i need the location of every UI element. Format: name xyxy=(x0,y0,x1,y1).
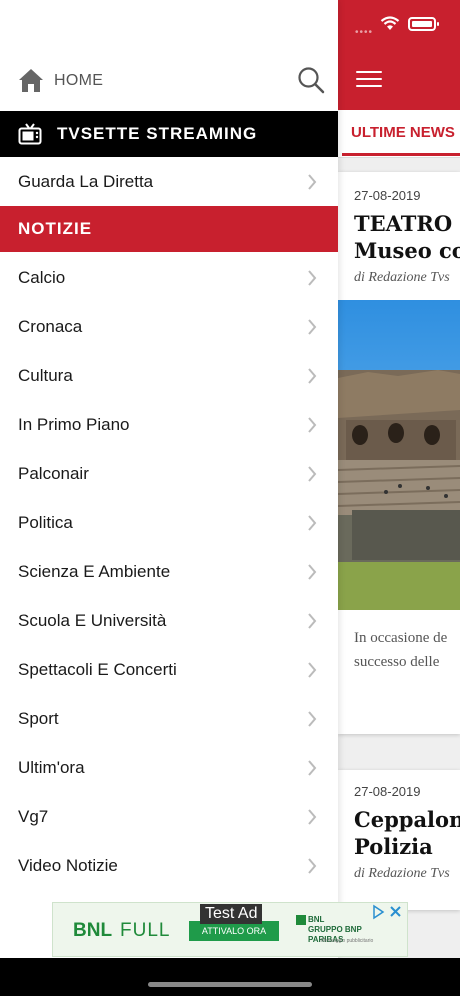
chevron-right-icon xyxy=(308,564,317,580)
menu-item-ultim-ora[interactable]: Ultim'ora xyxy=(0,744,338,793)
ad-banner[interactable]: BNL FULL ATTIVALO ORA BNL GRUPPO BNP PAR… xyxy=(52,902,408,957)
section-header-streaming: TVSETTE STREAMING xyxy=(0,111,338,157)
article-author: di Redazione Tvs xyxy=(354,270,450,285)
menu-item-label: Sport xyxy=(18,709,59,728)
menu-item-cultura[interactable]: Cultura xyxy=(0,352,338,401)
menu-item-label: Scuola E Università xyxy=(18,611,167,630)
menu-item-label: Scienza E Ambiente xyxy=(18,562,171,581)
bottom-bar xyxy=(0,958,460,996)
chevron-right-icon xyxy=(308,662,317,678)
menu-item-in-primo-piano[interactable]: In Primo Piano xyxy=(0,401,338,450)
ad-product: FULL xyxy=(120,920,171,941)
menu-item-scuola-e-universita[interactable]: Scuola E Università xyxy=(0,597,338,646)
wifi-icon xyxy=(380,16,400,30)
ad-note: Messaggio pubblicitario xyxy=(321,938,374,944)
menu-item-label: Palconair xyxy=(18,464,89,483)
article-card[interactable]: 27-08-2019 Ceppalon Polizia di Redazione… xyxy=(338,770,460,910)
adchoices-icon xyxy=(373,904,401,920)
chevron-right-icon xyxy=(308,417,317,433)
menu-item-video-notizie[interactable]: Video Notizie xyxy=(0,842,338,891)
chevron-right-icon xyxy=(308,368,317,384)
menu-item-palconair[interactable]: Palconair xyxy=(0,450,338,499)
article-title[interactable]: Ceppalon Polizia xyxy=(354,806,460,860)
chevron-right-icon xyxy=(308,613,317,629)
article-image[interactable] xyxy=(338,300,460,610)
menu-item-guarda-la-diretta[interactable]: Guarda La Diretta xyxy=(0,158,338,207)
menu-item-sport[interactable]: Sport xyxy=(0,695,338,744)
battery-icon xyxy=(408,16,439,31)
home-indicator[interactable] xyxy=(148,982,312,987)
section-title: NOTIZIE xyxy=(18,219,93,238)
article-card[interactable]: 27-08-2019 TEATRO l Museo co di Redazion… xyxy=(338,172,460,734)
article-author: di Redazione Tvs xyxy=(354,866,450,881)
menu-item-label: Guarda La Diretta xyxy=(18,172,154,191)
menu-item-label: Ultim'ora xyxy=(18,758,85,777)
menu-item-spettacoli-e-concerti[interactable]: Spettacoli E Concerti xyxy=(0,646,338,695)
article-date: 27-08-2019 xyxy=(354,188,421,203)
tab-ultime-news[interactable]: ULTIME NEWS xyxy=(338,110,455,156)
menu-item-label: Cronaca xyxy=(18,317,83,336)
menu-item-label: Politica xyxy=(18,513,73,532)
home-icon xyxy=(19,69,43,92)
menu-item-label: In Primo Piano xyxy=(18,415,130,434)
ad-brand: BNL xyxy=(73,920,113,941)
app-header: •••• xyxy=(338,0,460,110)
chevron-right-icon xyxy=(308,319,317,335)
chevron-right-icon xyxy=(308,174,317,190)
menu-item-vg7[interactable]: Vg7 xyxy=(0,793,338,842)
article-excerpt: In occasione de successo delle xyxy=(354,630,448,670)
menu-item-label: Calcio xyxy=(18,268,66,287)
chevron-right-icon xyxy=(308,711,317,727)
chevron-right-icon xyxy=(308,466,317,482)
ad-test-label: Test Ad xyxy=(200,904,263,924)
bnl-logo-icon xyxy=(296,915,306,925)
ad-cta-button[interactable]: ATTIVALO ORA xyxy=(189,921,279,941)
side-drawer: HOME TVSETTE STREAMING Guarda La Diretta… xyxy=(0,0,338,958)
news-app: •••• ULTIME NEWS 27-08-2019 TEATRO l Mus… xyxy=(338,0,460,958)
menu-item-scienza-e-ambiente[interactable]: Scienza E Ambiente xyxy=(0,548,338,597)
article-date: 27-08-2019 xyxy=(354,784,421,799)
menu-item-calcio[interactable]: Calcio xyxy=(0,254,338,303)
tabs-bar: ULTIME NEWS xyxy=(338,110,460,158)
menu-item-cronaca[interactable]: Cronaca xyxy=(0,303,338,352)
article-title[interactable]: TEATRO l Museo co xyxy=(354,210,460,264)
menu-item-label: Video Notizie xyxy=(18,856,118,875)
menu-hamburger-icon[interactable] xyxy=(356,71,382,89)
signal-dots-icon: •••• xyxy=(355,27,374,38)
drawer-home-row[interactable]: HOME xyxy=(0,56,338,110)
theater-photo xyxy=(338,300,460,610)
chevron-right-icon xyxy=(308,515,317,531)
tv-icon xyxy=(18,123,42,145)
chevron-right-icon xyxy=(308,760,317,776)
search-icon[interactable] xyxy=(297,66,325,94)
status-icons xyxy=(380,16,439,31)
menu-item-label: Cultura xyxy=(18,366,73,385)
menu-item-label: Spettacoli E Concerti xyxy=(18,660,177,679)
menu-item-label: Vg7 xyxy=(18,807,49,826)
section-title: TVSETTE STREAMING xyxy=(57,124,258,143)
menu-item-politica[interactable]: Politica xyxy=(0,499,338,548)
chevron-right-icon xyxy=(308,809,317,825)
section-header-notizie: NOTIZIE xyxy=(0,206,338,252)
chevron-right-icon xyxy=(308,858,317,874)
ad-choices-close-icon[interactable] xyxy=(371,904,403,920)
chevron-right-icon xyxy=(308,270,317,286)
home-label[interactable]: HOME xyxy=(54,72,103,90)
tab-active-indicator xyxy=(342,153,460,156)
